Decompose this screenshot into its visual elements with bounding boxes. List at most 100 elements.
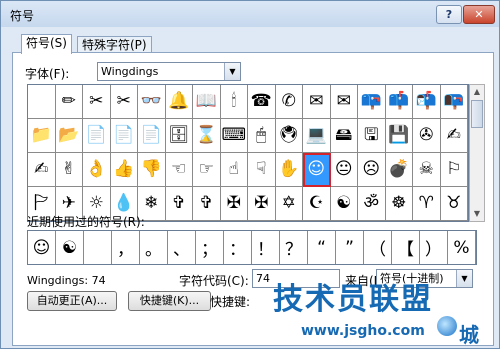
symbol-cell[interactable]: 📫 xyxy=(385,85,413,119)
symbol-cell[interactable]: 💻 xyxy=(303,119,331,153)
symbol-info: Wingdings: 74 xyxy=(27,274,106,287)
symbol-cell[interactable]: ♉ xyxy=(440,187,468,221)
char-code-label: 字符代码(C): xyxy=(179,274,249,288)
symbol-cell[interactable]: 🖴 xyxy=(330,119,358,153)
symbol-cell[interactable]: 💣 xyxy=(385,153,413,187)
symbol-cell[interactable]: ✆ xyxy=(275,85,303,119)
symbol-cell[interactable]: ☪ xyxy=(303,187,331,221)
tab-special-characters[interactable]: 特殊字符(P) xyxy=(77,36,152,53)
symbol-cell[interactable]: ✞ xyxy=(165,187,193,221)
symbol-cell[interactable]: 📄 xyxy=(83,119,111,153)
recent-symbol-cell[interactable]: % xyxy=(448,231,476,264)
recent-symbol-cell[interactable]: ☯ xyxy=(56,231,84,264)
recent-symbol-cell[interactable] xyxy=(84,231,112,264)
symbol-cell[interactable]: ☸ xyxy=(385,187,413,221)
symbol-dialog: 符号 ? ✕ 符号(S) 特殊字符(P) 字体(F): Wingdings ▼ … xyxy=(0,0,500,349)
recent-symbol-cell[interactable]: （ xyxy=(364,231,392,264)
symbol-grid[interactable]: ✏ ✂ ✂ 👓 🔔 📖 🕯 ☎ ✆ ✉ ✉ 📪 📫 📬 📭 📁 📂 📄 📄 📄 🗄 ⌛ ⌨ 🖱 🖲 💻 🖴 🖫 💾 ✇ ✍ ✍ ✌ 👌 👍 👎 ☜ ☞ ☝ ☟… xyxy=(27,84,469,222)
grid-scrollbar[interactable]: ▲ ▼ xyxy=(469,84,485,222)
symbol-cell[interactable]: ✌ xyxy=(55,153,83,187)
symbol-cell[interactable]: ✇ xyxy=(413,119,441,153)
symbol-cell[interactable]: ☞ xyxy=(193,153,221,187)
symbol-cell[interactable]: ✏ xyxy=(55,85,83,119)
recent-symbol-cell[interactable]: “ xyxy=(308,231,336,264)
symbol-cell[interactable] xyxy=(28,85,56,119)
shortcut-button[interactable]: 快捷键(K)... xyxy=(128,291,211,311)
symbol-cell[interactable]: 👓 xyxy=(138,85,166,119)
symbol-cell[interactable]: 🕯 xyxy=(220,85,248,119)
font-label: 字体(F): xyxy=(25,67,70,81)
symbol-cell[interactable]: 🖫 xyxy=(358,119,386,153)
symbol-cell[interactable]: 📭 xyxy=(440,85,468,119)
symbol-cell[interactable]: ✉ xyxy=(303,85,331,119)
symbol-cell[interactable]: 👌 xyxy=(83,153,111,187)
symbol-cell[interactable]: ✍ xyxy=(28,153,56,187)
chevron-down-icon[interactable]: ▼ xyxy=(224,63,240,80)
symbol-cell[interactable]: ✋ xyxy=(275,153,303,187)
symbol-cell[interactable]: ☝ xyxy=(220,153,248,187)
symbol-cell[interactable]: ⌨ xyxy=(220,119,248,153)
symbol-cell[interactable]: 📬 xyxy=(413,85,441,119)
symbol-cell[interactable]: ⌛ xyxy=(193,119,221,153)
chevron-down-icon[interactable]: ▼ xyxy=(456,270,472,287)
dialog-title: 符号 xyxy=(10,9,35,23)
symbol-cell[interactable]: 📖 xyxy=(193,85,221,119)
symbol-cell[interactable]: ✠ xyxy=(248,187,276,221)
symbol-cell[interactable]: 📄 xyxy=(110,119,138,153)
symbol-cell[interactable]: 👍 xyxy=(110,153,138,187)
recent-symbol-cell[interactable]: 。 xyxy=(140,231,168,264)
symbol-cell[interactable]: 🖱 xyxy=(248,119,276,153)
scroll-down-icon[interactable]: ▼ xyxy=(470,207,484,221)
close-button[interactable]: ✕ xyxy=(463,5,495,24)
symbol-cell[interactable]: ⚐ xyxy=(440,153,468,187)
recent-symbol-cell[interactable]: ！ xyxy=(252,231,280,264)
symbol-cell[interactable]: 😐 xyxy=(330,153,358,187)
symbol-cell[interactable]: ☹ xyxy=(358,153,386,187)
symbol-cell[interactable]: ✂ xyxy=(83,85,111,119)
tab-bar: 符号(S) 特殊字符(P) xyxy=(1,27,499,54)
symbol-cell[interactable]: 🗄 xyxy=(165,119,193,153)
symbol-cell[interactable]: 📂 xyxy=(55,119,83,153)
scroll-up-icon[interactable]: ▲ xyxy=(470,85,484,99)
recent-symbol-cell[interactable]: ） xyxy=(420,231,448,264)
symbol-cell[interactable]: 🔔 xyxy=(165,85,193,119)
shortcut-label: 快捷键: xyxy=(210,295,251,309)
recent-symbol-cell[interactable]: ☺ xyxy=(28,231,56,264)
recent-symbol-cell[interactable]: ； xyxy=(196,231,224,264)
recent-symbols-label: 近期使用过的符号(R): xyxy=(27,215,145,229)
watermark-tail: 城 xyxy=(459,323,479,347)
recent-symbol-cell[interactable]: ： xyxy=(224,231,252,264)
symbol-cell[interactable]: 📄 xyxy=(138,119,166,153)
symbol-cell[interactable]: 🖲 xyxy=(275,119,303,153)
symbol-cell[interactable]: 👎 xyxy=(138,153,166,187)
symbol-cell[interactable]: ✡ xyxy=(275,187,303,221)
recent-symbol-cell[interactable]: ” xyxy=(336,231,364,264)
symbol-cell[interactable]: ☯ xyxy=(330,187,358,221)
recent-symbol-cell[interactable]: 【 xyxy=(392,231,420,264)
recent-symbol-cell[interactable]: 、 xyxy=(168,231,196,264)
autocorrect-button[interactable]: 自动更正(A)... xyxy=(27,291,117,311)
scroll-thumb[interactable] xyxy=(471,100,483,128)
symbol-cell[interactable]: ☠ xyxy=(413,153,441,187)
symbol-cell[interactable]: 📁 xyxy=(28,119,56,153)
tab-symbols[interactable]: 符号(S) xyxy=(21,34,72,54)
help-button[interactable]: ? xyxy=(436,5,462,24)
symbol-cell[interactable]: ☟ xyxy=(248,153,276,187)
symbol-cell[interactable]: 💾 xyxy=(385,119,413,153)
symbol-cell[interactable]: ♈ xyxy=(413,187,441,221)
font-select[interactable]: Wingdings ▼ xyxy=(97,62,241,81)
symbol-cell[interactable]: ✂ xyxy=(110,85,138,119)
symbol-cell[interactable]: ✞ xyxy=(193,187,221,221)
symbol-cell[interactable]: ☜ xyxy=(165,153,193,187)
symbol-cell[interactable]: ☎ xyxy=(248,85,276,119)
symbol-cell[interactable]: ✉ xyxy=(330,85,358,119)
recent-symbols[interactable]: ☺ ☯ ，。、；：！？ “” （【）% xyxy=(27,230,477,265)
recent-symbol-cell[interactable]: ， xyxy=(112,231,140,264)
symbol-cell[interactable]: ✠ xyxy=(220,187,248,221)
watermark-text: 技术员联盟 xyxy=(273,282,433,317)
symbol-cell-selected[interactable]: ☺ xyxy=(303,153,331,187)
symbol-cell[interactable]: ॐ xyxy=(358,187,386,221)
symbol-cell[interactable]: ✍ xyxy=(440,119,468,153)
recent-symbol-cell[interactable]: ？ xyxy=(280,231,308,264)
symbol-cell[interactable]: 📪 xyxy=(358,85,386,119)
